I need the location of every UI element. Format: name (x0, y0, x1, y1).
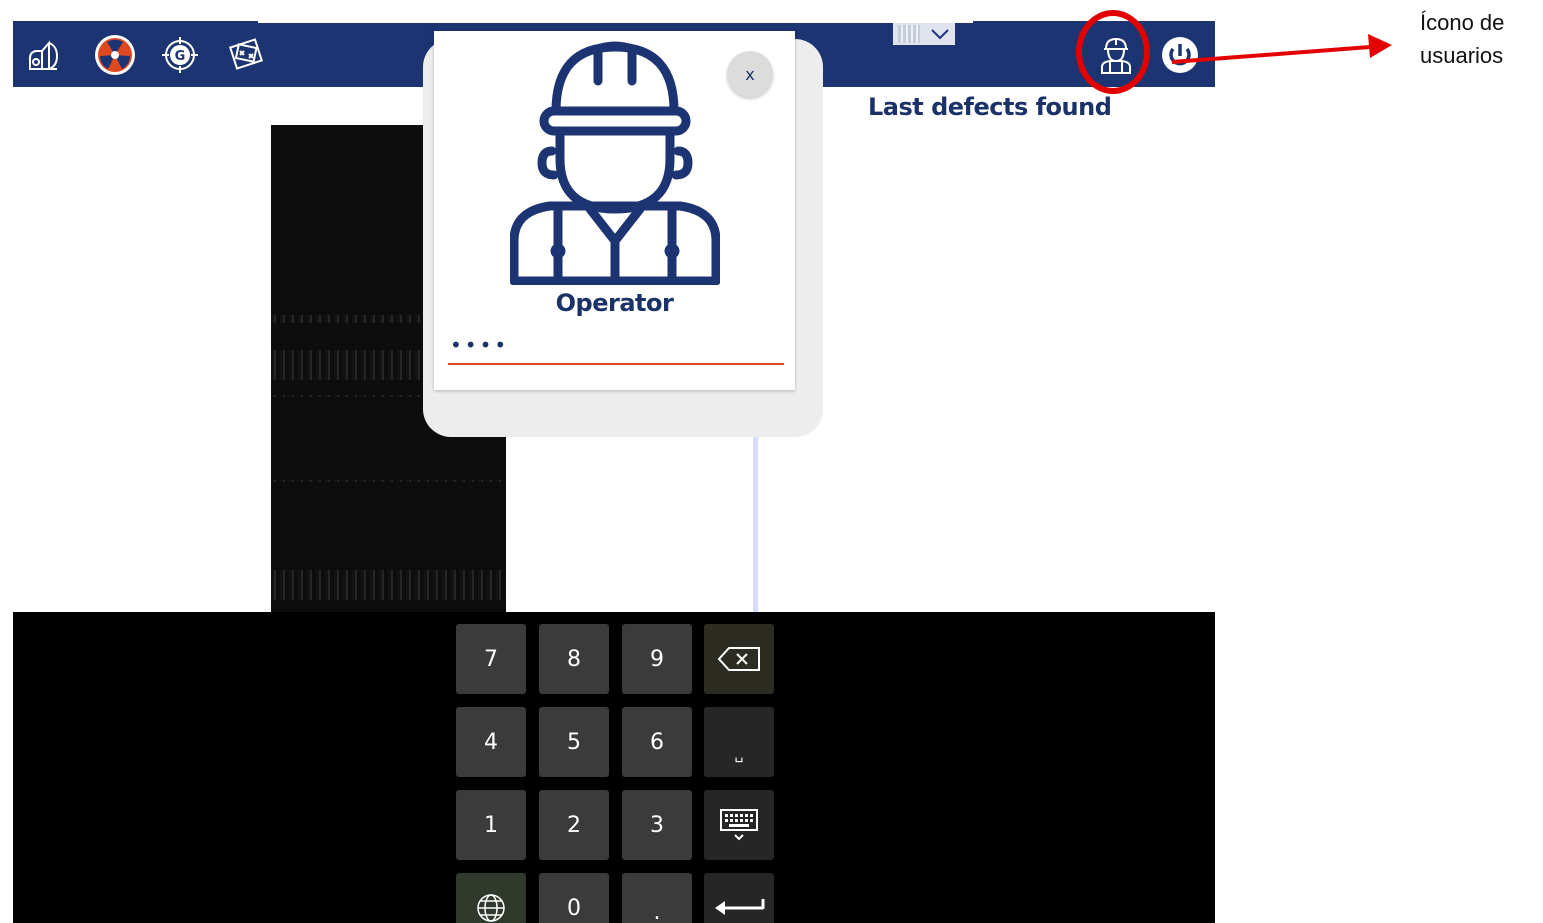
annotation-arrow (1171, 34, 1392, 64)
annotation-label: Ícono de usuarios (1420, 6, 1504, 72)
annotation-line-1: Ícono de (1420, 10, 1505, 35)
annotation-line-2: usuarios (1420, 43, 1504, 68)
